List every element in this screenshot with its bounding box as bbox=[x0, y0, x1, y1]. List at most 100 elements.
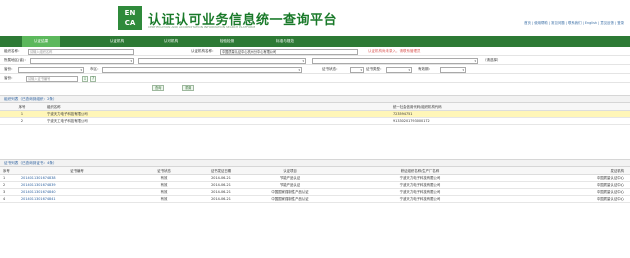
cert-org-input[interactable]: 中国质量认证中心杭州分中心有限公司 bbox=[220, 48, 358, 55]
cert-org-label: 认证机构名称： bbox=[191, 49, 216, 53]
org-code-cell: 723594751 bbox=[390, 110, 630, 118]
col-header: 证书发证日期 bbox=[192, 167, 250, 175]
main-nav: 认证结果 认证机构 认可机构 检验检测 标准与规范 bbox=[0, 36, 630, 47]
org-table-header: 序号 组织名称 统一社会信用代码/组织机构代码 bbox=[0, 103, 630, 111]
col-header: 序号 bbox=[0, 167, 18, 175]
cert-number-link[interactable]: 2014011301674840 bbox=[18, 188, 136, 196]
cert-number-link[interactable]: 2014011301674839 bbox=[18, 181, 136, 189]
district-select[interactable] bbox=[102, 66, 302, 73]
cert-number-link[interactable]: 2014011301674838 bbox=[18, 174, 136, 182]
org-cell: 宁波天力电子科技有限公司 bbox=[330, 195, 510, 203]
table-row[interactable]: 4 2014011301674841 有效 2014-06-21 中国国家强制性… bbox=[0, 195, 630, 203]
form-row-2: 所属地区(省)： （请选择） bbox=[0, 56, 630, 65]
hint-text: 认证机构尚未录入，请联系管理员 bbox=[368, 49, 421, 53]
row-number: 2 bbox=[0, 117, 44, 125]
site-subtitle: CERTIFICATION AND ACCREDITATION INFORMAT… bbox=[148, 25, 256, 29]
tab-standards[interactable]: 标准与规范 bbox=[266, 36, 304, 47]
row-number: 4 bbox=[0, 195, 18, 203]
province-select[interactable] bbox=[18, 66, 84, 73]
org-cell: 宁波天力电子科技有限公司 bbox=[330, 174, 510, 182]
status-cell: 有效 bbox=[136, 181, 192, 189]
top-links[interactable]: 首页 | 使用帮助 | 常见问题 | 联系我们 | English | 意见反馈… bbox=[524, 20, 624, 25]
export-icon[interactable]: ⇩ bbox=[82, 75, 88, 82]
org-name-cell[interactable]: 宁波天力电子科技有限公司 bbox=[44, 110, 390, 118]
form-row-3: 省份： 市区： 证书状态： 证书类型： 有效期： bbox=[0, 65, 630, 74]
project-cell: 节能产品认证 bbox=[250, 174, 330, 182]
org-table: 序号 组织名称 统一社会信用代码/组织机构代码 1 宁波天力电子科技有限公司 7… bbox=[0, 103, 630, 125]
table-row[interactable]: 2 2014011301674839 有效 2014-06-21 节能产品认证 … bbox=[0, 181, 630, 189]
type-label: 证书类型： bbox=[366, 67, 384, 71]
col-header: 统一社会信用代码/组织机构代码 bbox=[390, 103, 630, 111]
tab-cert-bodies[interactable]: 认证机构 bbox=[98, 36, 136, 47]
valid-select[interactable] bbox=[440, 66, 466, 73]
tab-inspection[interactable]: 检验检测 bbox=[208, 36, 246, 47]
search-label: 省份： bbox=[4, 76, 15, 80]
col-header: 证书状态 bbox=[136, 167, 192, 175]
date-cell: 2014-06-21 bbox=[192, 181, 250, 189]
city-label: 所属地区(省)： bbox=[4, 58, 28, 62]
cert-status-select[interactable] bbox=[350, 66, 364, 73]
help-icon[interactable]: ? bbox=[90, 75, 96, 82]
site-header: EN CA 认证认可业务信息统一查询平台 CERTIFICATION AND A… bbox=[0, 0, 630, 36]
district-label: 市区： bbox=[90, 67, 101, 71]
status-cell: 有效 bbox=[136, 188, 192, 196]
status-cell: 有效 bbox=[136, 195, 192, 203]
row-number: 1 bbox=[0, 174, 18, 182]
form-row-1: 组织名称： 请输入组织名称 认证机构名称： 中国质量认证中心杭州分中心有限公司 … bbox=[0, 47, 630, 56]
reset-button[interactable]: 重置 bbox=[182, 84, 195, 91]
project-select[interactable] bbox=[312, 57, 478, 64]
cert-search-input[interactable]: 请输入证书编号 bbox=[26, 75, 78, 82]
org-cell: 宁波天力电子科技有限公司 bbox=[330, 188, 510, 196]
org-code-cell: 91330201793000172 bbox=[390, 117, 630, 125]
issuer-cell: 中国质量认证中心 bbox=[510, 188, 630, 196]
row-number: 1 bbox=[0, 110, 44, 118]
form-row-4: 省份： 请输入证书编号 ⇩ ? bbox=[0, 74, 630, 83]
query-button[interactable]: 查询 bbox=[152, 84, 165, 91]
issuer-cell: 中国质量认证中心 bbox=[510, 174, 630, 182]
org-section-header: 组织列表（已查询到组织：2条） bbox=[0, 95, 630, 103]
cert-table: 序号 证书编号 证书状态 证书发证日期 认证项目 获证组织名称/生产厂名称 发证… bbox=[0, 167, 630, 203]
valid-label: 有效期： bbox=[418, 67, 432, 71]
row-number: 2 bbox=[0, 181, 18, 189]
tab-cert-results[interactable]: 认证结果 bbox=[22, 36, 60, 47]
date-cell: 2014-06-21 bbox=[192, 174, 250, 182]
table-row[interactable]: 2 宁波天工电子科技有限公司 91330201793000172 bbox=[0, 117, 630, 125]
org-name-input[interactable]: 请输入组织名称 bbox=[28, 48, 134, 55]
tab-accreditation[interactable]: 认可机构 bbox=[152, 36, 190, 47]
logo-bottom-text: CA bbox=[124, 19, 136, 27]
col-header: 获证组织名称/生产厂名称 bbox=[330, 167, 510, 175]
cert-section-header: 证书列表（已查询到证书：4条） bbox=[0, 159, 630, 167]
col-header: 组织名称 bbox=[44, 103, 390, 111]
project-cell: 中国国家强制性产品认证 bbox=[250, 195, 330, 203]
form-row-5: 查询 重置 bbox=[0, 83, 630, 92]
org-cell: 宁波天力电子科技有限公司 bbox=[330, 181, 510, 189]
issuer-cell: 中国质量认证中心 bbox=[510, 181, 630, 189]
type-select[interactable] bbox=[386, 66, 412, 73]
table-row[interactable]: 1 2014011301674838 有效 2014-06-21 节能产品认证 … bbox=[0, 174, 630, 182]
region-select[interactable] bbox=[138, 57, 306, 64]
org-name-label: 组织名称： bbox=[4, 49, 22, 53]
cert-table-header: 序号 证书编号 证书状态 证书发证日期 认证项目 获证组织名称/生产厂名称 发证… bbox=[0, 167, 630, 175]
city-select[interactable] bbox=[30, 57, 134, 64]
col-header: 发证机构 bbox=[510, 167, 630, 175]
row-number: 3 bbox=[0, 188, 18, 196]
cert-status-label: 证书状态： bbox=[322, 67, 340, 71]
col-header: 序号 bbox=[0, 103, 44, 111]
cert-section-title: 证书列表（已查询到证书：4条） bbox=[4, 161, 57, 165]
status-cell: 有效 bbox=[136, 174, 192, 182]
search-form: 组织名称： 请输入组织名称 认证机构名称： 中国质量认证中心杭州分中心有限公司 … bbox=[0, 47, 630, 92]
col-header: 证书编号 bbox=[18, 167, 136, 175]
logo-top-text: EN bbox=[124, 9, 136, 17]
project-cell: 节能产品认证 bbox=[250, 181, 330, 189]
extra-label: （请选择） bbox=[483, 58, 501, 62]
table-row[interactable]: 1 宁波天力电子科技有限公司 723594751 bbox=[0, 110, 630, 118]
table-row[interactable]: 3 2014011301674840 有效 2014-06-21 中国国家强制性… bbox=[0, 188, 630, 196]
issuer-cell: 中国质量认证中心 bbox=[510, 195, 630, 203]
project-cell: 中国国家强制性产品认证 bbox=[250, 188, 330, 196]
cert-number-link[interactable]: 2014011301674841 bbox=[18, 195, 136, 203]
col-header: 认证项目 bbox=[250, 167, 330, 175]
logo-icon: EN CA bbox=[118, 6, 142, 30]
org-section-title: 组织列表（已查询到组织：2条） bbox=[4, 97, 57, 101]
date-cell: 2014-06-21 bbox=[192, 195, 250, 203]
org-name-cell[interactable]: 宁波天工电子科技有限公司 bbox=[44, 117, 390, 125]
